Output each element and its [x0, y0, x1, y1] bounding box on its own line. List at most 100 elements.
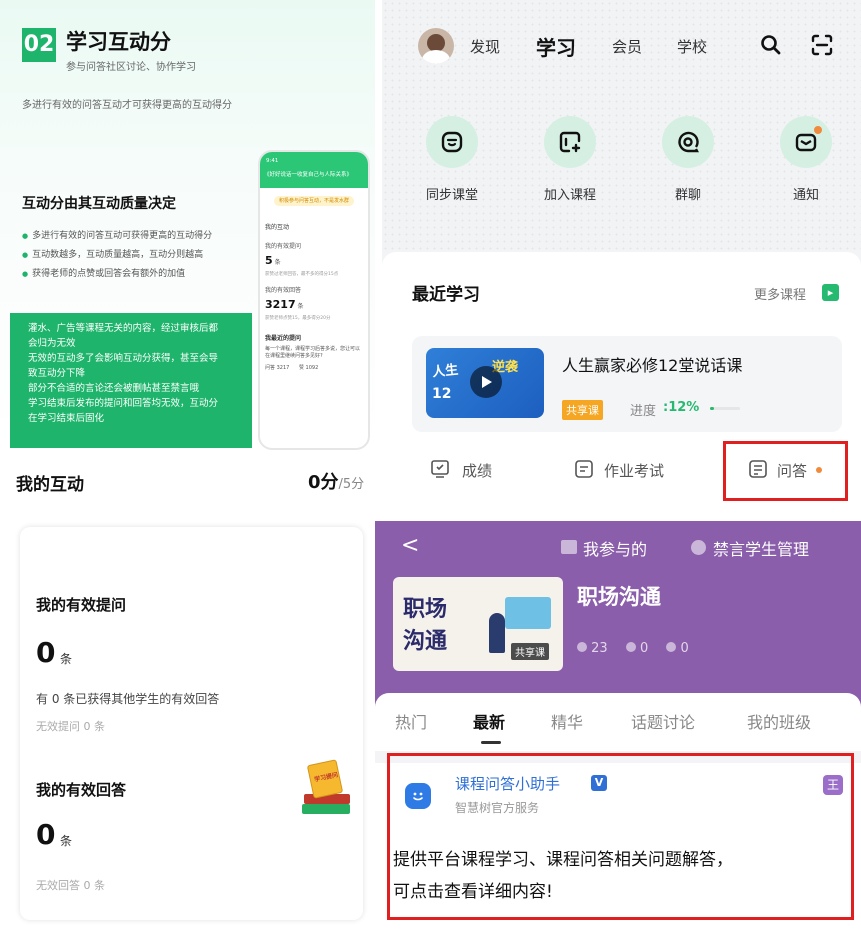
warning-line: 在学习结束后固化 — [28, 413, 105, 424]
warning-line: 致互动分下降 — [28, 368, 86, 379]
stat-questions: 23 — [591, 641, 608, 656]
avatar[interactable] — [418, 28, 454, 64]
course-name: 职场沟通 — [577, 585, 661, 609]
phone-header-title: 《好好说话一收复自己与人际关系》 — [264, 172, 353, 178]
interaction-score: 0分/5分 — [308, 468, 364, 494]
course-stats: 23 0 0 — [577, 641, 689, 656]
tab-latest[interactable]: 最新 — [473, 709, 505, 733]
cover-text: 职场 — [403, 597, 448, 622]
mute-management-link[interactable]: 禁言学生管理 — [713, 536, 809, 560]
valid-questions-count: 0 — [36, 636, 56, 669]
mute-icon[interactable] — [691, 540, 706, 555]
warning-line: 无效的互动多了会影响互动分获得，甚至会导 — [28, 353, 219, 364]
grades-icon[interactable] — [430, 459, 450, 483]
phone-stat2-label: 赞 — [298, 365, 304, 371]
chevron-right-icon[interactable]: ▸ — [822, 284, 839, 301]
phone-q-note: 获赞过老师回答，最不多的得分15点 — [265, 272, 339, 277]
phone-hot-label: 我最近的提问 — [265, 335, 302, 342]
highlight-box-assistant-post — [387, 753, 854, 920]
quick-label[interactable]: 同步课堂 — [407, 184, 497, 203]
phone-a-value: 3217 — [265, 298, 296, 311]
course-thumbnail[interactable]: 人生 逆袭 12 — [426, 348, 544, 418]
phone-a-note: 获赞老师点赞15，最多得分20分 — [265, 316, 331, 321]
questions-icon — [577, 642, 587, 652]
sync-class-icon[interactable] — [426, 116, 478, 168]
section-number: 02 — [22, 28, 56, 62]
phone-a-label: 我的有效回答 — [265, 287, 302, 294]
intro-description: 多进行有效的问答互动才可获得更高的互动得分 — [22, 100, 232, 111]
tab-hot[interactable]: 热门 — [395, 709, 427, 733]
phone-header: 9:41 《好好说话一收复自己与人际关系》 — [260, 152, 368, 188]
phone-hot-text: 每一个课程，课程学习后答多说，您让可以在课程里继续问答多见好? — [265, 346, 361, 359]
phone-stat2-value: 1092 — [305, 365, 319, 371]
phone-stat1-label: 问答 — [265, 365, 276, 371]
warning-line: 会归为无效 — [28, 338, 76, 349]
answers-icon — [625, 642, 636, 652]
phone-stat1-value: 3217 — [276, 365, 290, 371]
app-study-home: 发现 学习 会员 学校 同步课堂 加入课程 群聊 通知 最近学习 更多课程 ▸ … — [382, 0, 861, 512]
books-illustration: 学习提问 — [300, 758, 352, 818]
course-cover: 职场 沟通 共享课 — [393, 577, 563, 671]
invalid-questions: 无效提问 0 条 — [36, 720, 105, 733]
phone-q-unit: 条 — [274, 259, 281, 266]
course-title[interactable]: 人生赢家必修12堂说话课 — [562, 352, 742, 376]
nav-membership[interactable]: 会员 — [612, 36, 642, 57]
more-courses-link[interactable]: 更多课程 — [754, 284, 806, 303]
valid-questions-unit: 条 — [60, 652, 73, 666]
active-tab-indicator — [481, 741, 501, 744]
group-chat-icon[interactable] — [662, 116, 714, 168]
phone-mockup: 9:41 《好好说话一收复自己与人际关系》 积极参与问答互动，不是发水群 我的互… — [258, 150, 370, 450]
quick-label[interactable]: 群聊 — [643, 184, 733, 203]
rule-bullet: 互动数越多，互动质量越高，互动分则越高 — [22, 247, 203, 260]
tab-my-class[interactable]: 我的班级 — [747, 709, 811, 733]
quick-label[interactable]: 加入课程 — [525, 184, 615, 203]
score-value: 0分 — [308, 472, 339, 493]
rule-bullet: 多进行有效的问答互动可获得更高的互动得分 — [22, 228, 212, 241]
phone-pill: 积极参与问答互动，不是发水群 — [274, 196, 354, 206]
quality-heading: 互动分由其互动质量决定 — [22, 196, 176, 212]
phone-q-label: 我的有效提问 — [265, 243, 302, 250]
back-icon[interactable]: < — [401, 533, 419, 558]
search-icon[interactable] — [760, 34, 782, 60]
play-icon[interactable] — [470, 366, 502, 398]
warning-line: 部分不合适的言论还会被删帖甚至禁言哦 — [28, 383, 200, 394]
highlight-box-qa-tab — [723, 441, 848, 501]
warning-line: 灌水、广告等课程无关的内容，经过审核后都 — [28, 323, 219, 334]
notification-icon[interactable] — [780, 116, 832, 168]
tab-grades[interactable]: 成绩 — [462, 460, 492, 481]
valid-questions-note: 有 0 条已获得其他学生的有效回答 — [36, 692, 220, 706]
quick-label[interactable]: 通知 — [761, 184, 851, 203]
cover-text: 沟通 — [403, 629, 448, 654]
cover-badge: 共享课 — [511, 643, 549, 660]
warning-line: 学习结束后发布的提问和回答均无效，互动分 — [28, 398, 219, 409]
tab-topics[interactable]: 话题讨论 — [631, 709, 695, 733]
tab-featured[interactable]: 精华 — [551, 709, 583, 733]
homework-icon[interactable] — [574, 459, 594, 483]
tab-homework-exam[interactable]: 作业考试 — [604, 460, 664, 481]
intro-subtitle: 参与问答社区讨论、协作学习 — [66, 62, 196, 73]
scan-icon[interactable] — [810, 33, 834, 61]
shared-course-badge: 共享课 — [562, 400, 603, 420]
valid-questions-title: 我的有效提问 — [36, 596, 127, 614]
nav-discover[interactable]: 发现 — [470, 36, 500, 57]
progress-label: 进度 — [630, 404, 657, 419]
intro-title: 学习互动分 — [66, 30, 171, 54]
nav-school[interactable]: 学校 — [677, 36, 707, 57]
join-course-icon[interactable] — [544, 116, 596, 168]
valid-answers-count: 0 — [36, 818, 56, 851]
thumb-text: 人生 — [431, 362, 459, 381]
thumb-text: 12 — [432, 386, 452, 402]
warning-box: 灌水、广告等课程无关的内容，经过审核后都 会归为无效 无效的互动多了会影响互动分… — [10, 313, 252, 448]
valid-answers-title: 我的有效回答 — [36, 781, 127, 799]
rule-bullet: 获得老师的点赞或回答会有额外的加值 — [22, 266, 185, 279]
phone-time: 9:41 — [266, 158, 279, 164]
phone-a-unit: 条 — [297, 303, 304, 310]
my-interaction-title: 我的互动 — [16, 475, 84, 495]
nav-study[interactable]: 学习 — [536, 32, 576, 61]
progress-value: :12% — [663, 400, 700, 415]
interaction-score-intro-panel: 02 学习互动分 参与问答社区讨论、协作学习 多进行有效的问答互动才可获得更高的… — [0, 0, 375, 450]
valid-answers-unit: 条 — [60, 834, 73, 848]
participated-icon[interactable] — [561, 540, 577, 554]
progress-bar — [710, 407, 740, 410]
participated-link[interactable]: 我参与的 — [583, 536, 647, 560]
